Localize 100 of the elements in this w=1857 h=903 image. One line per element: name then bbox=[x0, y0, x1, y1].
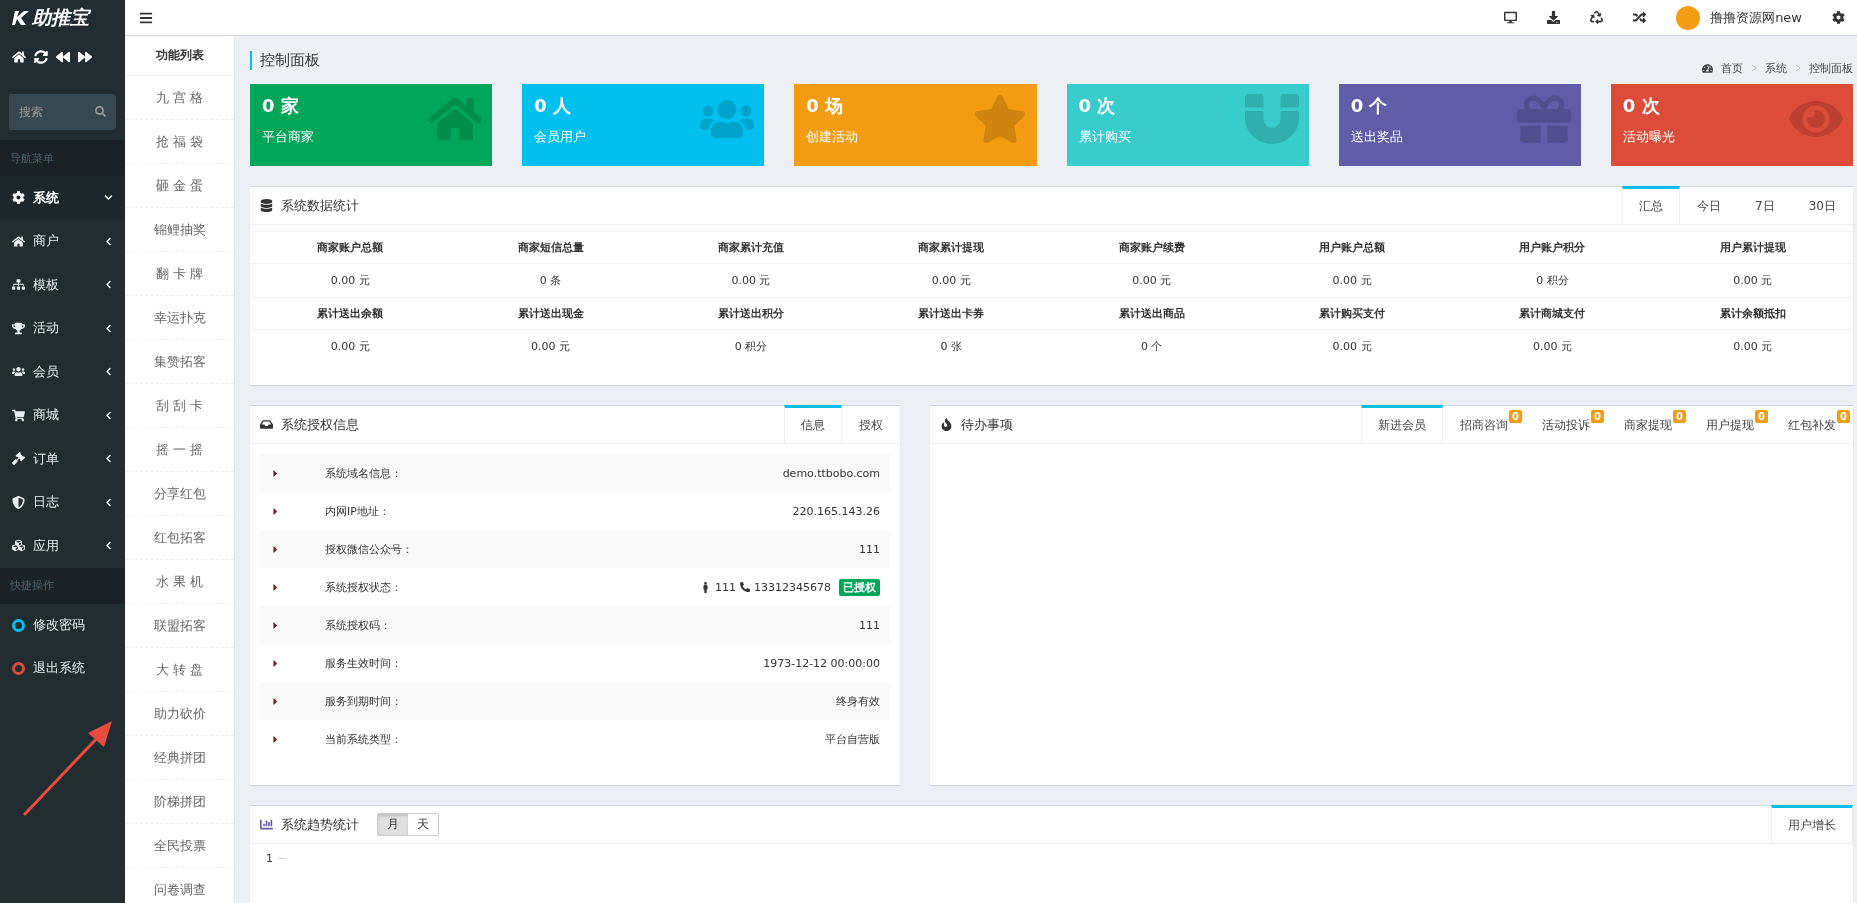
info-value: demo.ttbobo.com bbox=[782, 466, 880, 480]
monitor-icon[interactable] bbox=[1504, 11, 1518, 24]
function-item[interactable]: 刮 刮 卡 bbox=[125, 384, 234, 428]
function-item[interactable]: 大 转 盘 bbox=[125, 648, 234, 692]
avatar bbox=[1676, 5, 1701, 30]
tab[interactable]: 活动投诉 0 bbox=[1525, 405, 1607, 443]
function-item[interactable]: 幸运扑克 bbox=[125, 296, 234, 340]
info-label: 服务到期时间： bbox=[325, 693, 403, 709]
tab[interactable]: 红包补发 0 bbox=[1771, 405, 1853, 443]
function-item[interactable]: 阶梯拼团 bbox=[125, 780, 234, 824]
chevron-right-icon bbox=[1751, 64, 1757, 72]
info-value: 111 bbox=[859, 618, 880, 632]
breadcrumb-item[interactable]: 首页 bbox=[1721, 60, 1743, 76]
logo: 助推宝 bbox=[0, 0, 125, 36]
chevron-left-icon bbox=[104, 410, 113, 420]
function-item[interactable]: 分享红包 bbox=[125, 472, 234, 516]
info-value: 1973-12-12 00:00:00 bbox=[763, 656, 880, 670]
nav-item[interactable]: 系统 bbox=[0, 176, 125, 220]
bar-chart-icon bbox=[260, 818, 273, 831]
info-label: 系统授权码： bbox=[325, 617, 392, 633]
function-item[interactable]: 问卷调查 bbox=[125, 868, 234, 903]
function-item[interactable]: 翻 卡 牌 bbox=[125, 252, 234, 296]
stat-value: 0 积分 bbox=[1452, 263, 1653, 297]
stat-label: 送出奖品 bbox=[1350, 128, 1403, 146]
breadcrumb-item[interactable]: 系统 bbox=[1765, 60, 1787, 76]
download-icon[interactable] bbox=[1547, 11, 1561, 24]
function-item[interactable]: 九 宫 格 bbox=[125, 76, 234, 120]
breadcrumb-item: 控制面板 bbox=[1809, 60, 1853, 76]
stat-value: 0.00 元 bbox=[1051, 263, 1252, 297]
quick-link[interactable]: 修改密码 bbox=[0, 603, 125, 647]
stat-value: 0.00 元 bbox=[1251, 329, 1453, 363]
stat-label: 用户账户积分 bbox=[1452, 231, 1653, 263]
tab[interactable]: 30日 bbox=[1791, 186, 1853, 224]
cart-icon bbox=[12, 408, 25, 422]
forward-icon[interactable] bbox=[78, 50, 92, 64]
function-item[interactable]: 锦鲤抽奖 bbox=[125, 208, 234, 252]
tab[interactable]: 7日 bbox=[1738, 186, 1792, 224]
function-item[interactable]: 抢 福 袋 bbox=[125, 120, 234, 164]
stat-label: 累计送出商品 bbox=[1051, 297, 1252, 329]
tab[interactable]: 授权 bbox=[842, 405, 900, 443]
info-value: 111 bbox=[859, 542, 880, 556]
function-item[interactable]: 摇 一 摇 bbox=[125, 428, 234, 472]
tab[interactable]: 信息 bbox=[784, 405, 842, 443]
stat-value: 0 次 bbox=[1078, 94, 1116, 118]
recycle-icon[interactable] bbox=[1590, 11, 1604, 24]
stat-value: 0 次 bbox=[1622, 94, 1660, 118]
count-badge: 0 bbox=[1509, 410, 1522, 423]
info-label: 当前系统类型： bbox=[325, 731, 403, 747]
toggle-button[interactable]: 月 bbox=[378, 814, 408, 835]
refresh-icon[interactable] bbox=[34, 50, 48, 64]
settings-icon bbox=[12, 191, 25, 205]
tab[interactable]: 汇总 bbox=[1622, 186, 1681, 224]
chevron-left-icon bbox=[104, 236, 113, 246]
settings-icon[interactable] bbox=[1832, 11, 1845, 24]
function-item[interactable]: 砸 金 蛋 bbox=[125, 164, 234, 208]
nav-item[interactable]: 日志 bbox=[0, 480, 125, 524]
function-item[interactable]: 经典拼团 bbox=[125, 736, 234, 780]
tab[interactable]: 用户提现 0 bbox=[1689, 405, 1771, 443]
tab[interactable]: 商家提现 0 bbox=[1607, 405, 1689, 443]
stat-value: 0.00 元 bbox=[450, 329, 651, 363]
search-icon[interactable] bbox=[95, 106, 106, 117]
nav-item[interactable]: 订单 bbox=[0, 437, 125, 481]
search-field[interactable]: 搜索 bbox=[9, 94, 116, 130]
nav-item[interactable]: 会员 bbox=[0, 350, 125, 394]
stat-label: 累计送出现金 bbox=[450, 297, 651, 329]
stat-label: 累计商城支付 bbox=[1452, 297, 1653, 329]
tab[interactable]: 今日 bbox=[1680, 186, 1739, 224]
function-item[interactable]: 全民投票 bbox=[125, 824, 234, 868]
stat-value: 0 个 bbox=[1051, 329, 1252, 363]
quick-link[interactable]: 退出系统 bbox=[0, 646, 125, 690]
chevron-left-icon bbox=[104, 367, 113, 377]
function-item[interactable]: 助力砍价 bbox=[125, 692, 234, 736]
function-item[interactable]: 联盟拓客 bbox=[125, 604, 234, 648]
nav-item[interactable]: 活动 bbox=[0, 306, 125, 350]
tab[interactable]: 招商咨询 0 bbox=[1443, 405, 1525, 443]
function-item[interactable]: 水 果 机 bbox=[125, 560, 234, 604]
tab[interactable]: 用户增长 bbox=[1771, 805, 1853, 843]
nav-item[interactable]: 应用 bbox=[0, 524, 125, 568]
chevron-left-icon bbox=[104, 454, 113, 464]
backward-icon[interactable] bbox=[56, 50, 70, 64]
nav-item[interactable]: 商城 bbox=[0, 393, 125, 437]
nav-item[interactable]: 模板 bbox=[0, 263, 125, 307]
stat-value: 0 人 bbox=[534, 94, 571, 118]
count-badge: 0 bbox=[1673, 410, 1686, 423]
menu-icon[interactable] bbox=[139, 10, 153, 25]
function-item[interactable]: 集赞拓客 bbox=[125, 340, 234, 384]
shuffle-icon[interactable] bbox=[1633, 11, 1647, 24]
users-icon bbox=[12, 365, 25, 379]
function-item[interactable]: 红包拓客 bbox=[125, 516, 234, 560]
stat-label: 用户累计提现 bbox=[1652, 231, 1853, 263]
chevron-left-icon bbox=[104, 280, 113, 290]
stat-label: 累计送出卡券 bbox=[851, 297, 1052, 329]
home-icon[interactable] bbox=[12, 50, 26, 64]
chevron-right-icon bbox=[1795, 64, 1801, 72]
tab[interactable]: 新进会员 bbox=[1361, 405, 1443, 443]
user-name[interactable]: 撸撸资源网new bbox=[1710, 8, 1802, 27]
nav-item[interactable]: 商户 bbox=[0, 219, 125, 263]
stat-label: 会员用户 bbox=[534, 128, 587, 146]
stat-value: 0.00 元 bbox=[1652, 263, 1853, 297]
stat-value: 0.00 元 bbox=[1452, 329, 1653, 363]
